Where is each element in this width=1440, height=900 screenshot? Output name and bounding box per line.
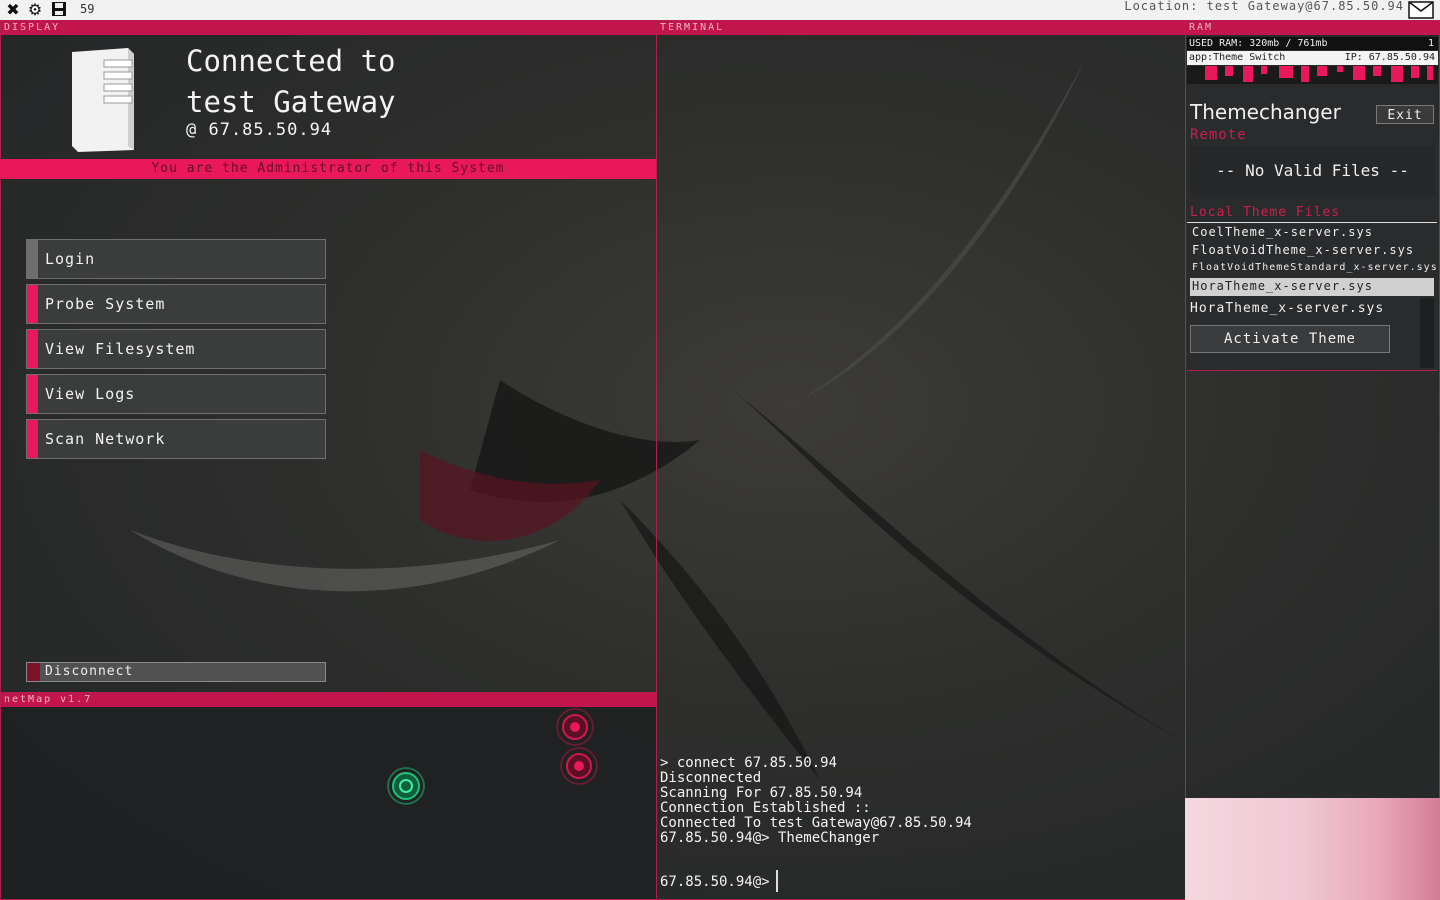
terminal-line: Connection Established :: xyxy=(660,800,871,816)
terminal-prompt[interactable]: 67.85.50.94@> xyxy=(660,874,770,890)
selected-theme-file: HoraTheme_x-server.sys xyxy=(1190,301,1385,316)
netmap-title: netMap v1.7 xyxy=(1,693,656,707)
process-count: 1 xyxy=(1427,38,1434,49)
view-filesystem-label: View Filesystem xyxy=(45,340,196,358)
connected-heading: Connected to xyxy=(186,44,396,78)
close-icon[interactable]: ✖ xyxy=(4,1,22,19)
theme-file-item[interactable]: FloatVoidTheme_x-server.sys xyxy=(1192,243,1414,257)
terminal-line: Disconnected xyxy=(660,770,762,786)
terminal-line: > connect 67.85.50.94 xyxy=(660,755,838,771)
view-logs-label: View Logs xyxy=(45,385,136,403)
button-stripe xyxy=(27,375,38,413)
scrollbar[interactable] xyxy=(1420,298,1434,368)
app-info-row: app:Theme Switch IP: 67.85.50.94 xyxy=(1187,51,1438,65)
activate-theme-button[interactable]: Activate Theme xyxy=(1190,325,1390,353)
view-filesystem-button[interactable]: View Filesystem xyxy=(26,329,326,369)
local-theme-files-header: Local Theme Files xyxy=(1190,205,1341,220)
network-node[interactable] xyxy=(556,708,594,746)
terminal-cursor xyxy=(776,870,778,892)
probe-system-label: Probe System xyxy=(45,295,166,313)
themechanger-title: Themechanger xyxy=(1190,100,1341,124)
theme-file-item[interactable]: HoraTheme_x-server.sys xyxy=(1192,279,1373,293)
home-node[interactable] xyxy=(387,767,425,805)
terminal-line: Scanning For 67.85.50.94 xyxy=(660,785,863,801)
gear-icon[interactable]: ⚙ xyxy=(26,1,44,19)
host-name: test Gateway xyxy=(186,85,396,119)
location-label: Location: test Gateway@67.85.50.94 xyxy=(1124,0,1404,13)
top-bar: ✖ ⚙ 59 Location: test Gateway@67.85.50.9… xyxy=(0,0,1440,20)
frame-counter: 59 xyxy=(80,2,95,16)
static-noise-panel xyxy=(1185,798,1440,900)
divider xyxy=(1187,222,1437,223)
theme-file-item[interactable]: FloatVoidThemeStandard_x-server.sys xyxy=(1192,262,1438,273)
netmap-panel: netMap v1.7 xyxy=(0,692,657,900)
probe-system-button[interactable]: Probe System xyxy=(26,284,326,324)
no-valid-files-message: -- No Valid Files -- xyxy=(1190,146,1435,196)
app-name: app:Theme Switch xyxy=(1189,52,1286,63)
scan-network-button[interactable]: Scan Network xyxy=(26,419,326,459)
ram-usage-row: USED RAM: 320mb / 761mb 1 xyxy=(1187,37,1438,50)
app-ip: IP: 67.85.50.94 xyxy=(1344,52,1435,63)
terminal-output: > connect 67.85.50.94 Disconnected Scann… xyxy=(660,756,972,846)
button-stripe xyxy=(27,420,38,458)
login-button[interactable]: Login xyxy=(26,239,326,279)
host-ip: @ 67.85.50.94 xyxy=(186,120,333,140)
view-logs-button[interactable]: View Logs xyxy=(26,374,326,414)
server-icon xyxy=(72,48,134,152)
button-stripe xyxy=(27,330,38,368)
remote-header: Remote xyxy=(1190,127,1247,143)
button-stripe xyxy=(27,285,38,323)
ram-activity-bars xyxy=(1187,66,1438,84)
ram-title: RAM xyxy=(1186,21,1439,35)
mail-icon[interactable] xyxy=(1408,1,1434,19)
button-stripe xyxy=(27,240,38,278)
admin-banner: You are the Administrator of this System xyxy=(0,159,656,179)
theme-file-item[interactable]: CoelTheme_x-server.sys xyxy=(1192,225,1373,239)
save-icon[interactable] xyxy=(50,1,68,19)
button-stripe xyxy=(27,663,40,681)
login-label: Login xyxy=(45,250,96,268)
terminal-line: 67.85.50.94@> ThemeChanger xyxy=(660,830,880,846)
scan-network-label: Scan Network xyxy=(45,430,166,448)
disconnect-label: Disconnect xyxy=(45,664,134,679)
terminal-line: Connected To test Gateway@67.85.50.94 xyxy=(660,815,972,831)
exit-button[interactable]: Exit xyxy=(1376,105,1434,124)
disconnect-button[interactable]: Disconnect xyxy=(26,662,326,682)
display-title: DISPLAY xyxy=(1,21,656,35)
terminal-title: TERMINAL xyxy=(657,21,1185,35)
network-node[interactable] xyxy=(560,747,598,785)
ram-used: USED RAM: 320mb / 761mb xyxy=(1189,38,1328,49)
